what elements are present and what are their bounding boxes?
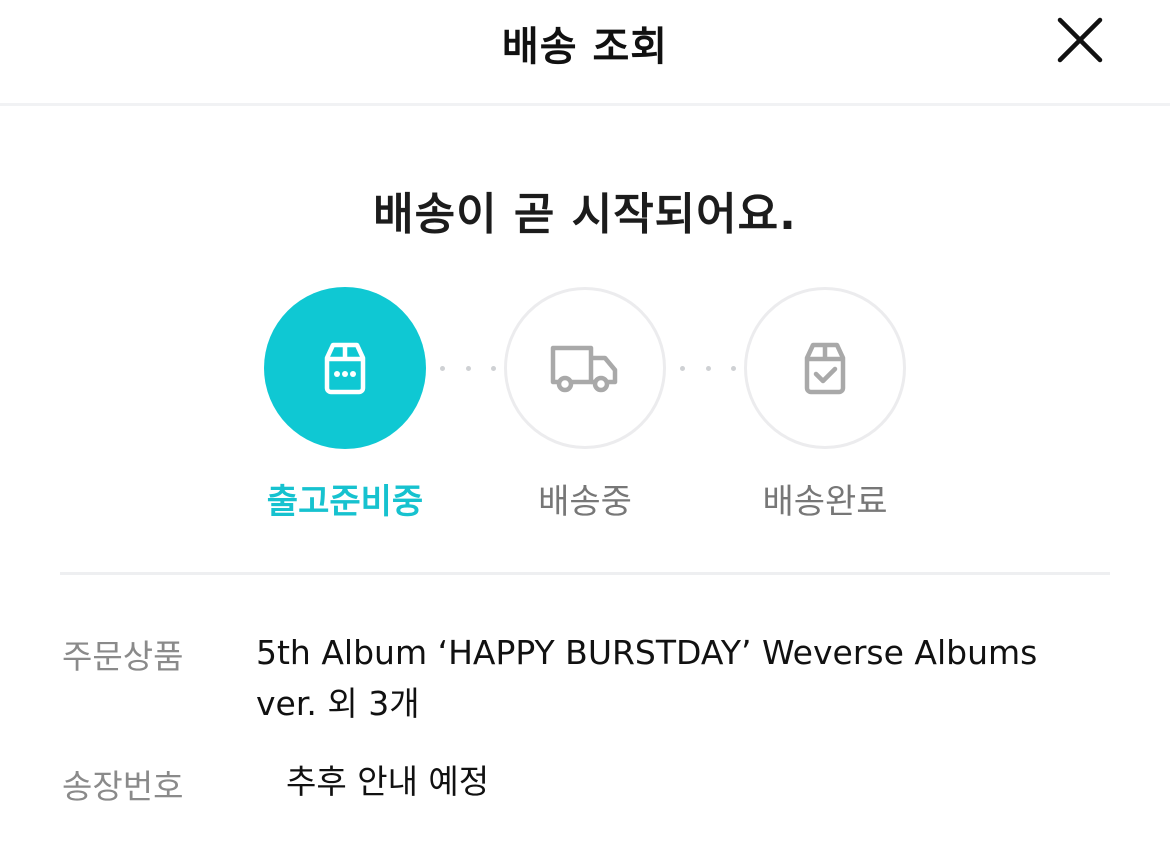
- package-box-icon: [324, 342, 366, 395]
- product-label: 주문상품: [62, 637, 184, 676]
- product-value-line1: 5th Album ‘HAPPY BURSTDAY’ Weverse Album…: [256, 633, 1038, 672]
- close-icon: [1057, 17, 1103, 63]
- tracking-value: 추후 안내 예정: [286, 762, 490, 801]
- step-delivered: [744, 287, 906, 449]
- step-label-delivered: 배송완료: [762, 482, 888, 522]
- step-label-preparing: 출고준비중: [266, 482, 424, 522]
- delivery-truck-icon: [550, 345, 618, 393]
- box-check-icon: [804, 342, 846, 395]
- product-value: 5th Album ‘HAPPY BURSTDAY’ Weverse Album…: [256, 627, 1037, 729]
- header-bar: 배송 조회: [0, 0, 1170, 106]
- status-headline: 배송이 곧 시작되어요.: [373, 189, 797, 240]
- section-divider: [60, 572, 1110, 575]
- close-button[interactable]: [1054, 14, 1106, 66]
- step-label-shipping: 배송중: [538, 482, 632, 522]
- step-connector: [440, 365, 496, 371]
- page-title: 배송 조회: [501, 24, 669, 70]
- tracking-label: 송장번호: [62, 767, 184, 806]
- step-preparing: [264, 287, 426, 449]
- step-shipping: [504, 287, 666, 449]
- step-connector: [680, 365, 736, 371]
- product-value-line2: ver. 외 3개: [256, 684, 420, 723]
